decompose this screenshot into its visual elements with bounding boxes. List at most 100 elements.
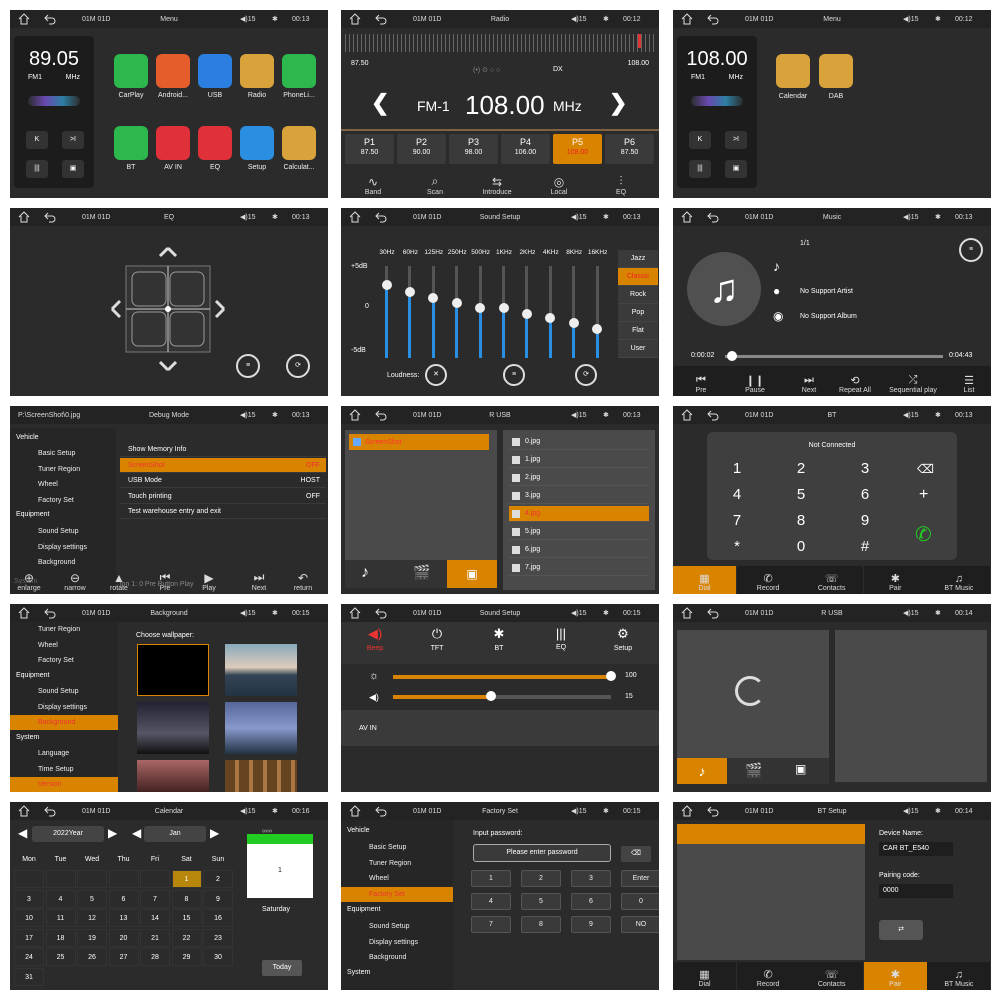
- wallpaper-thumb[interactable]: [225, 702, 297, 754]
- nav-item[interactable]: Time Setup: [10, 762, 118, 777]
- date-cell[interactable]: 15: [171, 909, 202, 928]
- nav-item[interactable]: Tuner Region: [10, 622, 118, 637]
- dial-key[interactable]: 4: [725, 486, 749, 503]
- reset-icon[interactable]: ⟳: [575, 364, 597, 386]
- radio-eq-button[interactable]: ⫶ EQ: [597, 166, 645, 198]
- debug-option[interactable]: USB Mode HOST: [120, 473, 326, 488]
- debug-option[interactable]: Touch printing OFF: [120, 489, 326, 504]
- image-tool-button[interactable]: ⊖ narrow: [58, 566, 92, 594]
- date-cell[interactable]: 6: [108, 889, 139, 908]
- nav-item[interactable]: Display settings: [10, 540, 87, 555]
- music-tab-icon[interactable]: ♪: [361, 564, 369, 582]
- nav-item[interactable]: Factory Set: [10, 493, 74, 508]
- radio-local-button[interactable]: ◎ Local: [535, 166, 583, 198]
- dial-key[interactable]: 9: [853, 512, 877, 529]
- player-button[interactable]: ⟲ Repeat All: [835, 366, 875, 396]
- wallpaper-thumb[interactable]: [225, 760, 297, 792]
- dial-key[interactable]: 0: [789, 538, 813, 555]
- dial-key[interactable]: 2: [789, 460, 813, 477]
- date-cell[interactable]: 30: [203, 948, 233, 967]
- video-tab-icon[interactable]: 🎬: [413, 564, 430, 581]
- eq-preset-item[interactable]: User: [618, 340, 658, 358]
- nav-item[interactable]: Sound Setup: [10, 684, 118, 699]
- next-year-button[interactable]: ▶: [108, 826, 117, 840]
- bt-tab-pair[interactable]: ✱ Pair: [863, 566, 927, 594]
- date-cell[interactable]: 24: [14, 948, 44, 967]
- file-item[interactable]: 7.jpg: [509, 560, 649, 576]
- eq-preset-item[interactable]: Rock: [618, 286, 658, 304]
- progress-knob[interactable]: [726, 351, 737, 361]
- preset-button[interactable]: P6 87.50: [605, 134, 654, 164]
- preset-button[interactable]: P5 108.00: [553, 134, 602, 164]
- settings-tab-eq[interactable]: ||| EQ: [541, 626, 581, 651]
- bt-tab-bt-music[interactable]: ♫ BT Music: [927, 962, 991, 990]
- eq-icon[interactable]: |||: [689, 160, 711, 178]
- radio-band-button[interactable]: ∿ Band: [349, 166, 397, 198]
- device-name-field[interactable]: CAR BT_E540: [879, 842, 953, 856]
- nav-item[interactable]: Display settings: [10, 700, 118, 715]
- eq-icon[interactable]: ≡: [503, 364, 525, 386]
- nav-item[interactable]: Tuner Region: [341, 856, 453, 871]
- band-knob[interactable]: [592, 324, 603, 335]
- nav-item[interactable]: Sound Setup: [10, 524, 78, 539]
- date-cell[interactable]: [45, 870, 76, 888]
- date-cell[interactable]: 28: [140, 948, 170, 967]
- dial-key[interactable]: 5: [789, 486, 813, 503]
- band-knob[interactable]: [475, 303, 486, 314]
- month-field[interactable]: Jan: [144, 826, 206, 842]
- wallpaper-thumb[interactable]: [137, 644, 209, 696]
- date-cell[interactable]: 12: [77, 909, 107, 928]
- band-knob[interactable]: [498, 303, 509, 314]
- pair-action-button[interactable]: ⇄: [879, 920, 923, 940]
- nav-item[interactable]: Basic Setup: [341, 840, 453, 855]
- folder-item[interactable]: ScreenShot: [349, 434, 489, 450]
- band-knob[interactable]: [381, 280, 392, 291]
- dial-key[interactable]: *: [725, 538, 749, 555]
- tuning-marker[interactable]: [638, 34, 641, 48]
- file-item[interactable]: 0.jpg: [509, 434, 649, 450]
- debug-option[interactable]: Test warehouse entry and exit: [120, 504, 326, 519]
- tuning-scale[interactable]: [345, 34, 655, 52]
- keypad-key[interactable]: 6: [571, 893, 611, 910]
- eq-icon[interactable]: ≡: [236, 354, 260, 378]
- image-tool-button[interactable]: ⏮ Pre: [148, 566, 182, 594]
- file-item[interactable]: 1.jpg: [509, 452, 649, 468]
- date-cell[interactable]: [140, 870, 170, 888]
- next-month-button[interactable]: ▶: [210, 826, 219, 840]
- nav-item[interactable]: Wheel: [341, 871, 453, 886]
- plus-key[interactable]: +: [919, 486, 928, 504]
- date-cell[interactable]: 7: [140, 889, 170, 908]
- date-cell[interactable]: 17: [14, 928, 44, 947]
- app-icon[interactable]: [198, 126, 232, 160]
- eq-preset-item[interactable]: Flat: [618, 322, 658, 340]
- date-cell[interactable]: [77, 870, 107, 888]
- image-tool-button[interactable]: ▲ rotate: [102, 566, 136, 594]
- seat-balance-diagram[interactable]: [108, 244, 228, 374]
- bt-tab-contacts[interactable]: ☏ Contacts: [800, 566, 864, 594]
- eq-preset-item[interactable]: Jazz: [618, 250, 658, 268]
- keypad-key[interactable]: 1: [471, 870, 511, 887]
- calendar-app-icon[interactable]: [776, 54, 810, 88]
- app-icon[interactable]: [240, 54, 274, 88]
- nav-item[interactable]: Sound Setup: [341, 919, 453, 934]
- date-cell[interactable]: 1: [171, 870, 202, 888]
- band-knob[interactable]: [404, 286, 415, 297]
- prev-button[interactable]: K: [26, 131, 48, 149]
- date-cell[interactable]: 29: [171, 948, 202, 967]
- app-icon[interactable]: [114, 54, 148, 88]
- call-icon[interactable]: ✆: [915, 522, 932, 547]
- keypad-key[interactable]: NO: [621, 916, 659, 933]
- app-icon[interactable]: [240, 126, 274, 160]
- reset-icon[interactable]: ⟳: [286, 354, 310, 378]
- radio-widget[interactable]: 89.05 FM1 MHz K >I ||| ▣: [14, 36, 94, 188]
- keypad-key[interactable]: 8: [521, 916, 561, 933]
- date-cell[interactable]: 14: [140, 909, 170, 928]
- date-cell[interactable]: 13: [108, 909, 139, 928]
- screen-icon[interactable]: ▣: [62, 160, 84, 178]
- keypad-key[interactable]: 9: [571, 916, 611, 933]
- wallpaper-thumb[interactable]: [137, 760, 209, 792]
- keypad-key[interactable]: 5: [521, 893, 561, 910]
- dial-key[interactable]: 6: [853, 486, 877, 503]
- nav-item[interactable]: Language: [10, 746, 118, 761]
- app-icon[interactable]: [114, 126, 148, 160]
